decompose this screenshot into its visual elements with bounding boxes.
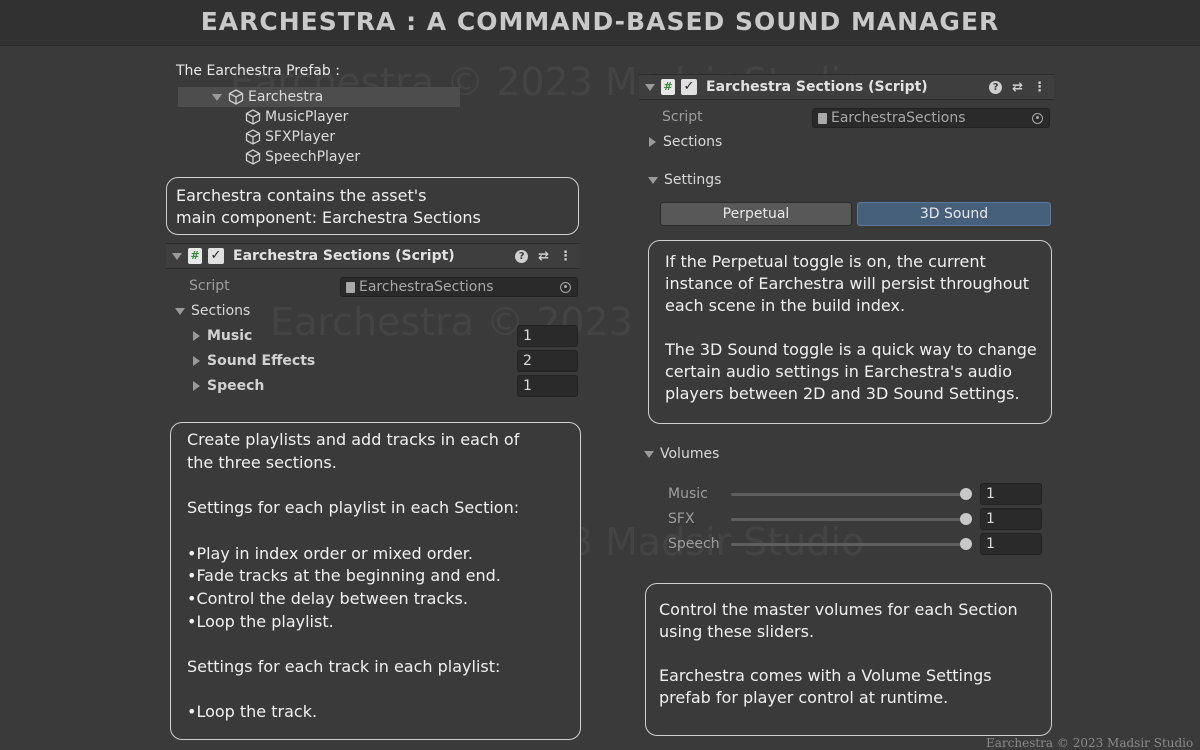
hierarchy-item-sfxplayer[interactable]: SFXPlayer — [245, 127, 335, 147]
hierarchy-item-earchestra[interactable]: Earchestra — [178, 87, 460, 107]
component-title: Earchestra Sections (Script) — [233, 248, 455, 264]
perpetual-toggle[interactable]: Perpetual — [660, 202, 852, 226]
help-icon[interactable]: ? — [989, 80, 1003, 94]
hierarchy-child-label: SpeechPlayer — [265, 149, 361, 165]
section-row-label: Sound Effects — [207, 353, 316, 369]
page-title: EARCHESTRA : A COMMAND-BASED SOUND MANAG… — [200, 7, 1000, 36]
title-banner: EARCHESTRA : A COMMAND-BASED SOUND MANAG… — [0, 0, 1200, 46]
script-label: Script — [662, 109, 703, 125]
callout-playlists: Create playlists and add tracks in each … — [170, 422, 581, 740]
callout-toggles: If the Perpetual toggle is on, the curre… — [648, 240, 1052, 424]
volume-value-field[interactable]: 1 — [980, 483, 1042, 505]
expand-arrow-icon[interactable] — [644, 450, 654, 458]
script-file-icon — [818, 112, 827, 124]
hierarchy-child-label: MusicPlayer — [265, 109, 349, 125]
prefab-cube-icon — [245, 149, 261, 165]
hierarchy-item-musicplayer[interactable]: MusicPlayer — [245, 107, 348, 127]
callout-text: Create playlists and add tracks in each … — [187, 430, 520, 722]
hierarchy-caption: The Earchestra Prefab : — [176, 63, 340, 79]
volume-value-field[interactable]: 1 — [980, 508, 1042, 530]
component-title: Earchestra Sections (Script) — [706, 79, 928, 95]
csharp-script-icon: # — [188, 248, 202, 264]
section-row-label: Speech — [207, 378, 265, 394]
expand-arrow-icon[interactable] — [193, 381, 200, 391]
expand-arrow-icon[interactable] — [193, 331, 200, 341]
prefab-cube-icon — [245, 109, 261, 125]
section-count-field[interactable]: 2 — [517, 350, 578, 372]
sections-foldout[interactable]: Sections — [649, 134, 722, 150]
callout-text: If the Perpetual toggle is on, the curre… — [665, 252, 1037, 403]
settings-label: Settings — [664, 172, 722, 188]
component-enabled-checkbox[interactable]: ✓ — [681, 79, 697, 95]
volume-label-sfx: SFX — [668, 511, 695, 527]
sections-label: Sections — [663, 134, 723, 150]
script-file-icon — [346, 281, 355, 293]
volume-value-field[interactable]: 1 — [980, 533, 1042, 555]
volume-slider-track[interactable] — [731, 518, 968, 521]
sections-label: Sections — [191, 303, 251, 319]
expand-arrow-icon[interactable] — [175, 307, 185, 315]
object-picker-icon[interactable] — [560, 281, 571, 293]
expand-arrow-icon[interactable] — [648, 176, 658, 184]
volumes-label: Volumes — [660, 446, 720, 462]
prefab-cube-icon — [228, 89, 244, 105]
volume-label-speech: Speech — [668, 536, 720, 552]
help-icon[interactable]: ? — [515, 249, 529, 263]
inspector-header-right[interactable]: # ✓ Earchestra Sections (Script) ? ⇄ ⋮ — [639, 74, 1054, 100]
script-object-field[interactable]: EarchestraSections — [812, 108, 1050, 128]
script-object-field[interactable]: EarchestraSections — [340, 277, 578, 297]
section-row-music[interactable]: Music — [193, 328, 252, 344]
script-label: Script — [189, 278, 230, 294]
preset-sliders-icon[interactable]: ⇄ — [538, 249, 549, 264]
hierarchy-item-speechplayer[interactable]: SpeechPlayer — [245, 147, 360, 167]
settings-foldout[interactable]: Settings — [648, 172, 721, 188]
expand-arrow-icon[interactable] — [212, 93, 222, 101]
expand-arrow-icon[interactable] — [649, 137, 656, 147]
volume-slider-track[interactable] — [731, 543, 968, 546]
section-count-field[interactable]: 1 — [517, 375, 578, 397]
script-value: EarchestraSections — [359, 279, 494, 295]
collapse-arrow-icon[interactable] — [172, 252, 182, 260]
hierarchy-child-label: SFXPlayer — [265, 129, 336, 145]
kebab-menu-icon[interactable]: ⋮ — [559, 249, 572, 264]
preset-sliders-icon[interactable]: ⇄ — [1012, 80, 1023, 95]
volume-slider-knob[interactable] — [960, 488, 972, 500]
callout-volumes: Control the master volumes for each Sect… — [645, 583, 1052, 736]
callout-text: Control the master volumes for each Sect… — [659, 600, 1018, 707]
object-picker-icon[interactable] — [1032, 112, 1043, 124]
hierarchy-root-label: Earchestra — [248, 89, 324, 105]
section-row-speech[interactable]: Speech — [193, 378, 264, 394]
expand-arrow-icon[interactable] — [193, 356, 200, 366]
kebab-menu-icon[interactable]: ⋮ — [1033, 80, 1046, 95]
inspector-header-left[interactable]: # ✓ Earchestra Sections (Script) ? ⇄ ⋮ — [166, 243, 580, 269]
section-count-field[interactable]: 1 — [517, 325, 578, 347]
script-value: EarchestraSections — [831, 110, 966, 126]
volume-slider-knob[interactable] — [960, 513, 972, 525]
section-row-sound-effects[interactable]: Sound Effects — [193, 353, 315, 369]
callout-main-component: Earchestra contains the asset's main com… — [166, 177, 579, 235]
sections-foldout[interactable]: Sections — [175, 303, 250, 319]
callout-text: Earchestra contains the asset's main com… — [176, 186, 481, 227]
volume-slider-track[interactable] — [731, 493, 968, 496]
volume-slider-knob[interactable] — [960, 538, 972, 550]
section-row-label: Music — [207, 328, 253, 344]
volume-label-music: Music — [668, 486, 708, 502]
component-enabled-checkbox[interactable]: ✓ — [208, 248, 224, 264]
prefab-cube-icon — [245, 129, 261, 145]
volumes-foldout[interactable]: Volumes — [644, 446, 719, 462]
3d-sound-toggle[interactable]: 3D Sound — [857, 202, 1051, 226]
collapse-arrow-icon[interactable] — [645, 83, 655, 91]
footer-copyright: Earchestra © 2023 Madsir Studio — [986, 736, 1194, 750]
csharp-script-icon: # — [661, 79, 675, 95]
